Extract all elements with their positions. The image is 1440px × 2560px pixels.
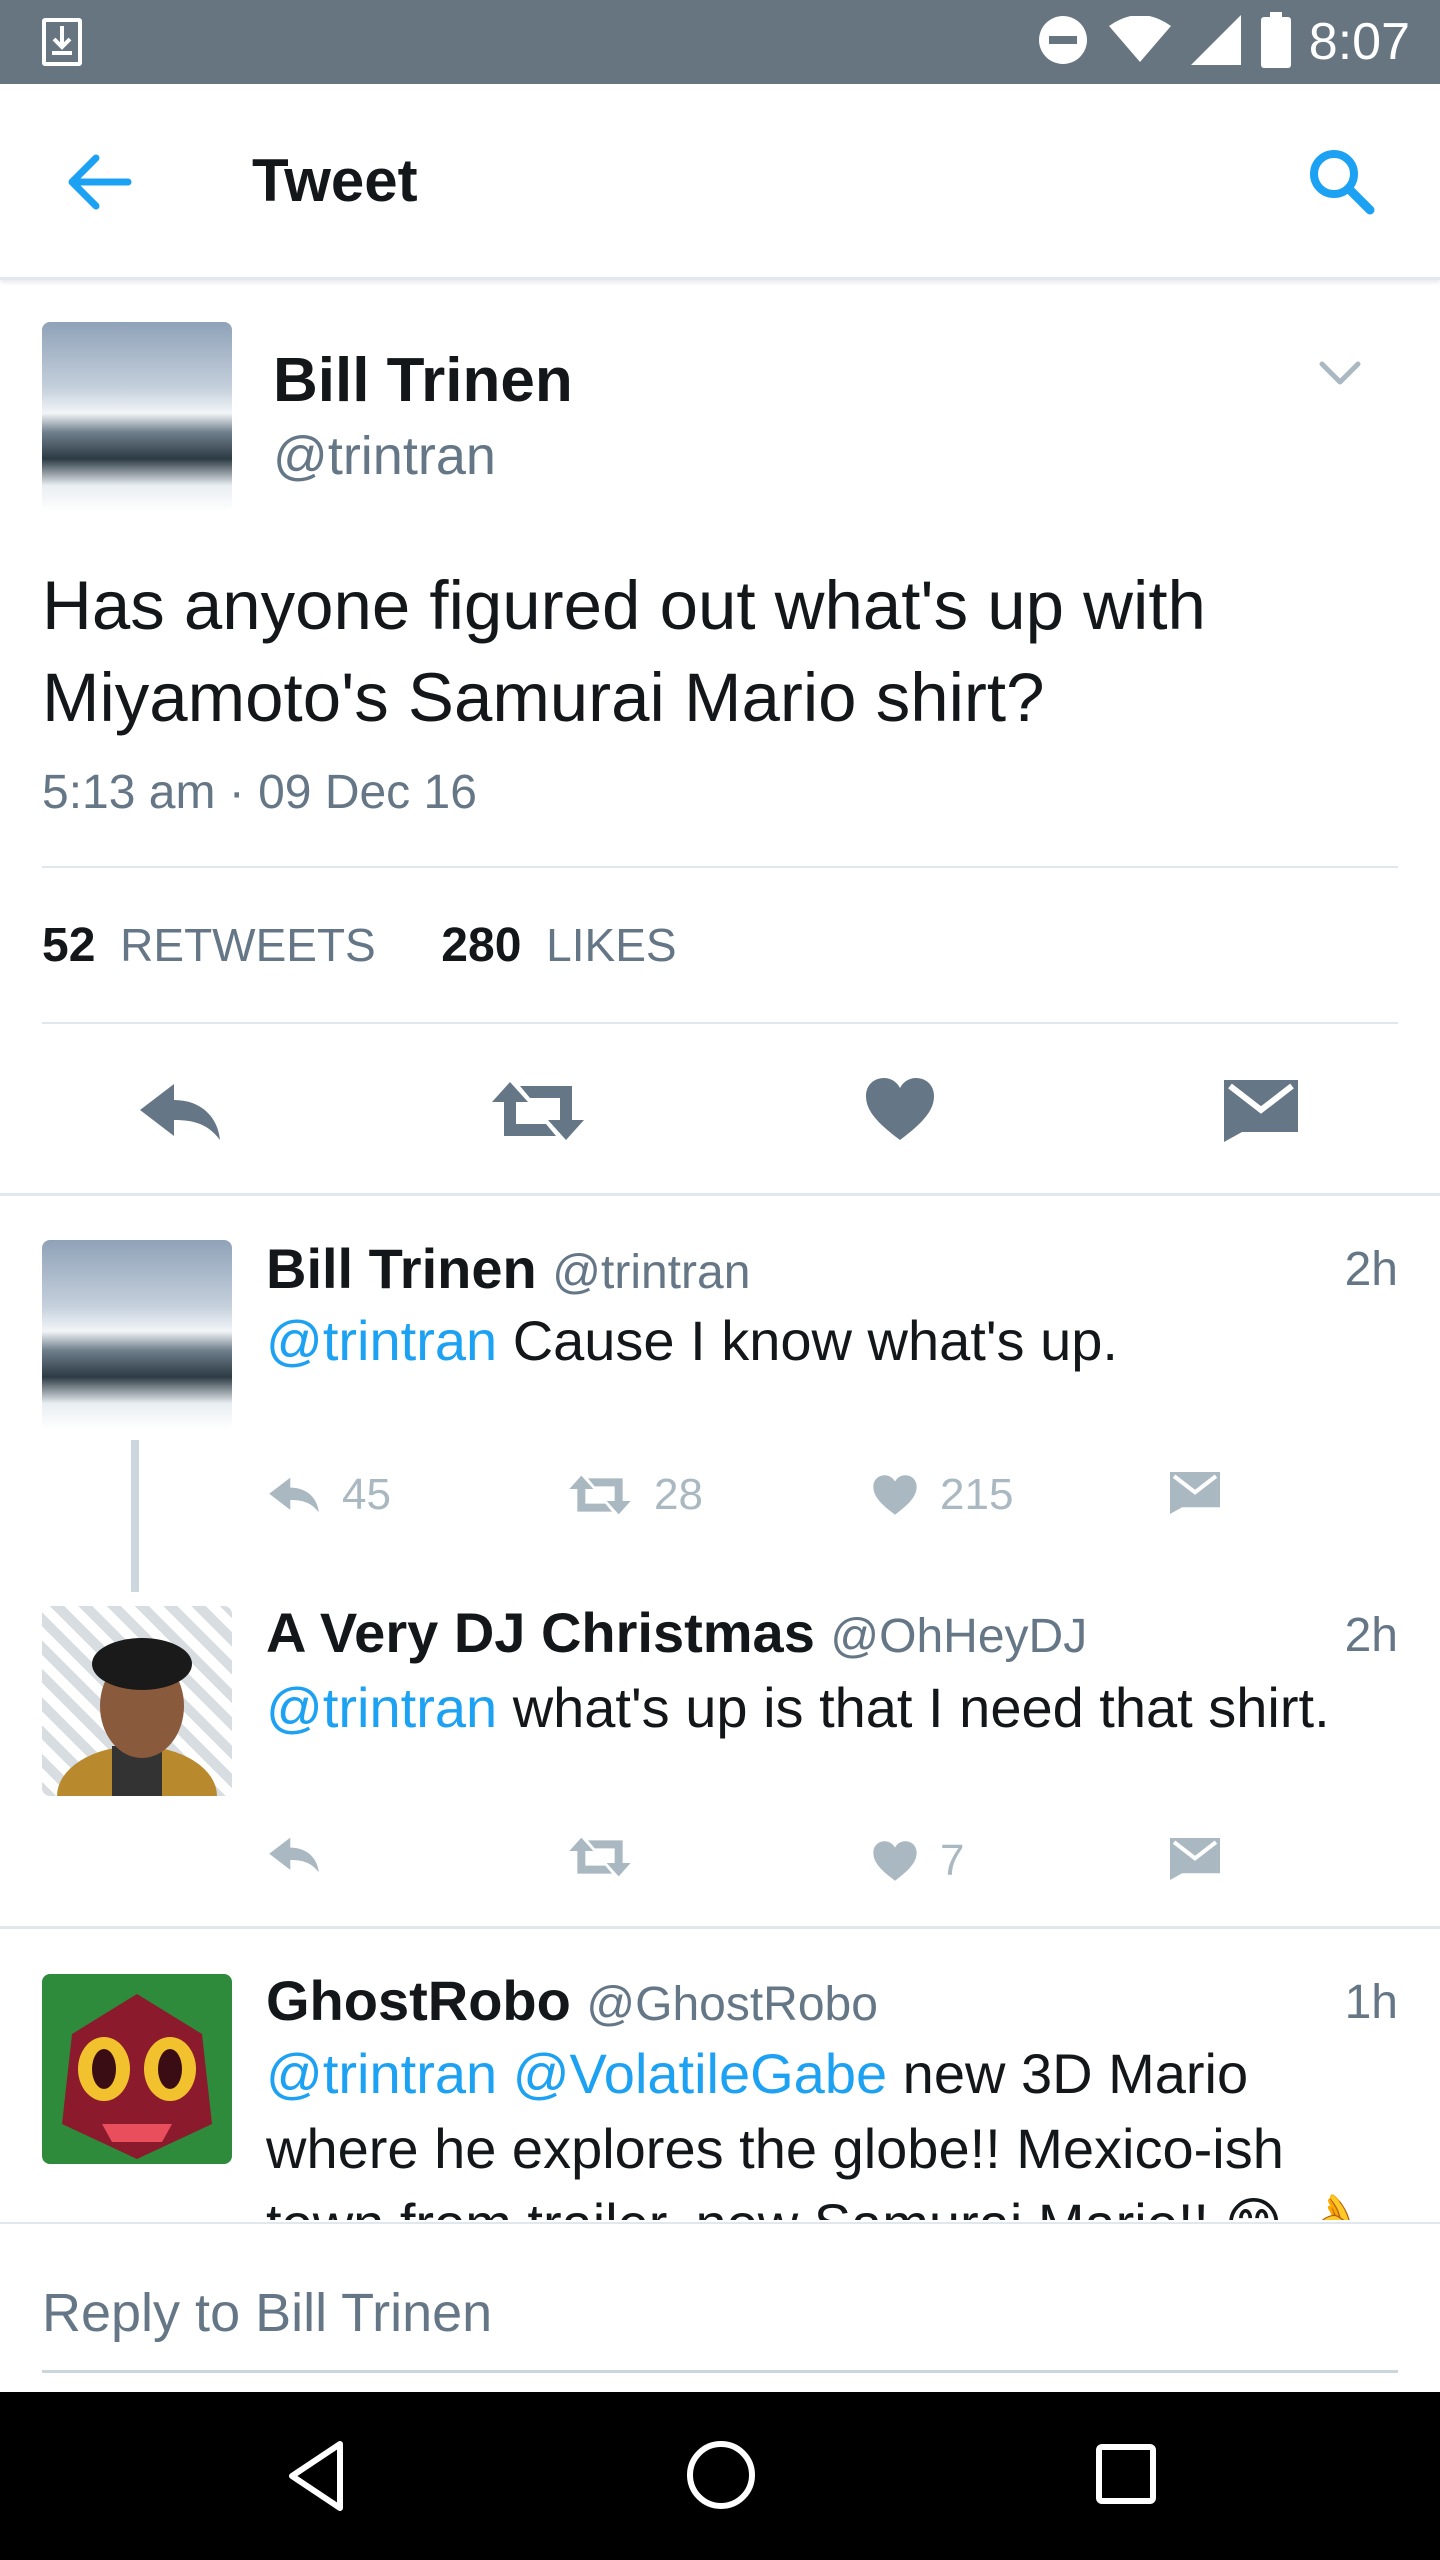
reply-body: Cause I know what's up.	[497, 1309, 1118, 1372]
avatar[interactable]	[42, 322, 232, 512]
heart-icon	[873, 1841, 917, 1881]
app-bar: Tweet	[0, 84, 1440, 280]
reply-input[interactable]: Reply to Bill Trinen	[42, 2282, 492, 2344]
ghost-mask-image	[62, 1994, 212, 2159]
reply-time: 2h	[1344, 1609, 1398, 1662]
retweet-icon	[569, 1475, 631, 1515]
reply-text: @trintran Cause I know what's up.	[266, 1303, 1416, 1378]
thread-connector	[131, 1440, 139, 1592]
wifi-icon	[1108, 14, 1171, 69]
tweet-stats: 52 RETWEETS 280 LIKES	[42, 918, 677, 973]
direct-message-icon[interactable]	[1170, 1838, 1242, 1880]
reply-author-handle[interactable]: @OhHeyDJ	[830, 1610, 1087, 1663]
signal-icon	[1190, 14, 1241, 70]
retweet-icon[interactable]	[490, 1080, 586, 1147]
reply-action[interactable]: 45	[268, 1470, 391, 1520]
divider	[42, 866, 1398, 868]
tweet-timestamp: 5:13 am · 09 Dec 16	[42, 766, 477, 819]
reply-time: 2h	[1344, 1243, 1398, 1296]
page-title: Tweet	[252, 147, 418, 214]
mention-link[interactable]: @trintran @VolatileGabe	[266, 2042, 887, 2105]
avatar[interactable]	[42, 1240, 232, 1430]
reply-time: 1h	[1344, 1976, 1398, 2029]
input-underline	[42, 2370, 1398, 2373]
reply-author-name[interactable]: A Very DJ Christmas	[266, 1601, 815, 1664]
likes-label[interactable]: LIKES	[546, 919, 676, 971]
reply-action[interactable]	[268, 1836, 342, 1874]
heart-icon[interactable]	[864, 1076, 936, 1147]
retweets-count[interactable]: 52	[42, 919, 95, 972]
heart-icon	[873, 1475, 917, 1515]
navigation-bar	[0, 2392, 1440, 2560]
reply-author-name[interactable]: GhostRobo	[266, 1969, 571, 2032]
reply-author-handle[interactable]: @trintran	[552, 1246, 750, 1299]
reply-icon	[269, 1477, 319, 1513]
reply-icon	[269, 1837, 319, 1873]
recents-square-icon[interactable]	[1096, 2444, 1156, 2509]
retweets-label[interactable]: RETWEETS	[120, 919, 376, 971]
author-name[interactable]: Bill Trinen	[273, 345, 573, 416]
like-count: 7	[940, 1836, 965, 1885]
retweet-icon	[569, 1837, 631, 1877]
divider	[42, 1022, 1398, 1024]
reply-composer[interactable]: Reply to Bill Trinen	[0, 2222, 1440, 2392]
mention-link[interactable]: @trintran	[266, 1309, 497, 1372]
divider	[0, 1193, 1440, 1196]
tweet-actions	[0, 1060, 1440, 1170]
download-icon	[42, 18, 82, 66]
direct-message-icon[interactable]	[1170, 1472, 1242, 1514]
tweet-text: Has anyone figured out what's up with Mi…	[42, 567, 1206, 736]
back-triangle-icon[interactable]	[286, 2440, 346, 2517]
reply-body: what's up is that I need that shirt.	[497, 1676, 1330, 1739]
direct-message-icon[interactable]	[1224, 1080, 1298, 1147]
like-action[interactable]: 7	[872, 1836, 964, 1886]
person-photo	[57, 1638, 217, 1796]
likes-count[interactable]: 280	[441, 919, 521, 972]
search-icon[interactable]	[1302, 142, 1378, 218]
avatar[interactable]	[42, 1974, 232, 2164]
reply-count: 45	[342, 1470, 391, 1519]
battery-icon	[1260, 11, 1291, 73]
like-action[interactable]: 215	[872, 1470, 1013, 1520]
author-handle[interactable]: @trintran	[273, 425, 496, 487]
reply-author[interactable]: GhostRobo @GhostRobo	[266, 1968, 878, 2033]
retweet-action[interactable]	[568, 1836, 654, 1878]
status-bar: 8:07	[0, 0, 1440, 84]
mention-link[interactable]: @trintran	[266, 1676, 497, 1739]
reply-author-name[interactable]: Bill Trinen	[266, 1237, 537, 1300]
like-count: 215	[940, 1470, 1014, 1519]
divider	[0, 1926, 1440, 1929]
reply-text: @trintran @VolatileGabe new 3D Mario whe…	[266, 2036, 1416, 2220]
chevron-down-icon[interactable]	[1318, 358, 1362, 388]
retweet-action[interactable]: 28	[568, 1470, 703, 1520]
reply-text: @trintran what's up is that I need that …	[266, 1670, 1416, 1745]
reply-author-handle[interactable]: @GhostRobo	[586, 1978, 878, 2031]
reply-icon[interactable]	[138, 1082, 222, 1147]
home-circle-icon[interactable]	[686, 2440, 756, 2515]
retweet-count: 28	[654, 1470, 703, 1519]
do-not-disturb-icon	[1037, 14, 1089, 71]
arrow-left-icon[interactable]	[62, 144, 138, 220]
reply-author[interactable]: A Very DJ Christmas @OhHeyDJ	[266, 1600, 1087, 1665]
avatar[interactable]	[42, 1606, 232, 1796]
status-time: 8:07	[1308, 13, 1410, 71]
reply-author[interactable]: Bill Trinen @trintran	[266, 1236, 750, 1301]
